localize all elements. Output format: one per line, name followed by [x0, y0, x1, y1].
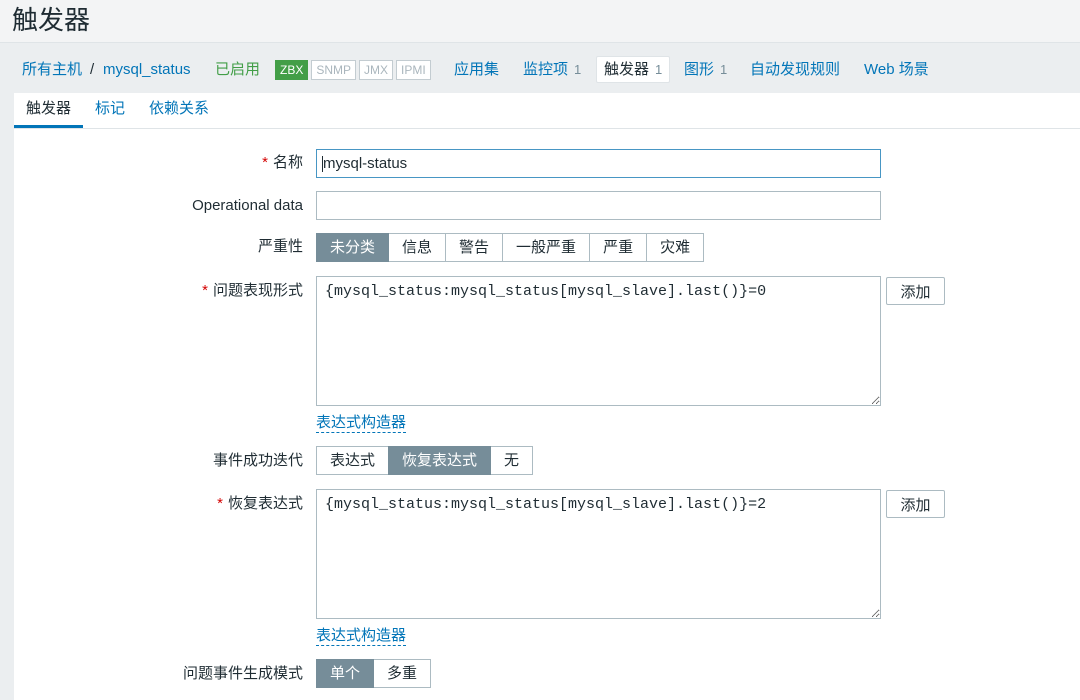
recovery-expression-textarea[interactable]: {mysql_status:mysql_status[mysql_slave].…: [316, 489, 881, 619]
host-nav-triggers-count: 1: [655, 62, 663, 77]
ok-event-generation-selector: 表达式 恢复表达式 无: [316, 446, 534, 475]
text-cursor: [322, 156, 323, 172]
problem-expression-label: * 问题表现形式: [14, 281, 303, 301]
operational-data-label: Operational data: [192, 197, 303, 214]
problem-event-mode-option-multiple[interactable]: 多重: [373, 659, 432, 688]
severity-label: 严重性: [257, 238, 303, 255]
host-nav-triggers[interactable]: 触发器 1: [596, 56, 671, 83]
breadcrumb-separator: /: [90, 61, 95, 78]
problem-event-mode-selector: 单个 多重: [316, 659, 432, 688]
ok-event-option-expression[interactable]: 表达式: [316, 446, 390, 475]
breadcrumb-all-hosts[interactable]: 所有主机: [22, 60, 82, 80]
problem-event-mode-option-single[interactable]: 单个: [316, 659, 375, 688]
host-nav-discovery-rules-label: 自动发现规则: [750, 61, 841, 78]
availability-badges: ZBX SNMP JMX IPMI: [275, 60, 431, 80]
host-nav-items-label: 监控项: [523, 61, 569, 78]
host-nav-graphs-count: 1: [720, 62, 728, 77]
trigger-form-panel: 触发器 标记 依赖关系 *名称 Operational data 严重性 未分类…: [14, 93, 1080, 700]
severity-option-disaster[interactable]: 灾难: [646, 233, 705, 262]
ok-event-option-recovery-expression[interactable]: 恢复表达式: [388, 446, 492, 475]
host-nav-items-count: 1: [574, 62, 582, 77]
host-navigation: 所有主机 / mysql_status 已启用 ZBX SNMP JMX IPM…: [0, 43, 1080, 93]
host-nav-items[interactable]: 监控项 1: [523, 60, 581, 80]
host-status-enabled[interactable]: 已启用: [215, 60, 260, 80]
problem-event-mode-label: 问题事件生成模式: [182, 665, 303, 682]
tab-tags[interactable]: 标记: [83, 93, 137, 128]
breadcrumb-host[interactable]: mysql_status: [103, 60, 191, 80]
form-tabs: 触发器 标记 依赖关系: [14, 93, 1080, 129]
required-asterisk: *: [262, 154, 268, 171]
availability-snmp-badge: SNMP: [311, 60, 357, 80]
page-header: 触发器: [0, 0, 1080, 43]
host-nav-web-scenarios[interactable]: Web 场景: [864, 60, 929, 80]
severity-option-warning[interactable]: 警告: [445, 233, 504, 262]
host-nav-discovery-rules[interactable]: 自动发现规则: [750, 60, 840, 80]
host-nav-applications-label: 应用集: [454, 61, 500, 78]
recovery-expression-builder-link[interactable]: 表达式构造器: [316, 627, 407, 646]
host-nav-web-scenarios-label: Web 场景: [864, 61, 929, 78]
host-nav-triggers-label: 触发器: [604, 61, 650, 78]
operational-data-input[interactable]: [316, 191, 881, 220]
recovery-expression-label-text: 恢复表达式: [227, 495, 303, 512]
problem-expression-textarea[interactable]: {mysql_status:mysql_status[mysql_slave].…: [316, 276, 881, 406]
required-asterisk: *: [217, 495, 223, 512]
name-label: * 名称: [14, 153, 303, 173]
name-input[interactable]: [316, 149, 881, 178]
host-nav-graphs-label: 图形: [684, 61, 715, 78]
ok-event-option-none[interactable]: 无: [490, 446, 534, 475]
severity-option-information[interactable]: 信息: [388, 233, 447, 262]
availability-zbx-badge: ZBX: [275, 60, 309, 80]
name-label-text: 名称: [272, 154, 303, 171]
required-asterisk: *: [202, 282, 208, 299]
problem-expression-label-text: 问题表现形式: [212, 282, 303, 299]
tab-trigger[interactable]: 触发器: [14, 93, 84, 128]
severity-selector: 未分类 信息 警告 一般严重 严重 灾难: [316, 233, 705, 262]
problem-expression-builder-link[interactable]: 表达式构造器: [316, 414, 407, 433]
availability-jmx-badge: JMX: [359, 60, 394, 80]
severity-option-high[interactable]: 严重: [589, 233, 648, 262]
tab-dependencies[interactable]: 依赖关系: [137, 93, 221, 128]
problem-expression-add-button[interactable]: 添加: [886, 277, 945, 305]
severity-option-average[interactable]: 一般严重: [502, 233, 591, 262]
ok-event-generation-label: 事件成功迭代: [212, 452, 303, 469]
host-nav-applications[interactable]: 应用集: [454, 60, 499, 80]
page-title: 触发器: [12, 5, 91, 35]
availability-ipmi-badge: IPMI: [396, 60, 431, 80]
recovery-expression-label: * 恢复表达式: [14, 494, 303, 514]
recovery-expression-add-button[interactable]: 添加: [886, 490, 945, 518]
severity-option-not-classified[interactable]: 未分类: [316, 233, 390, 262]
host-nav-graphs[interactable]: 图形 1: [684, 60, 727, 80]
